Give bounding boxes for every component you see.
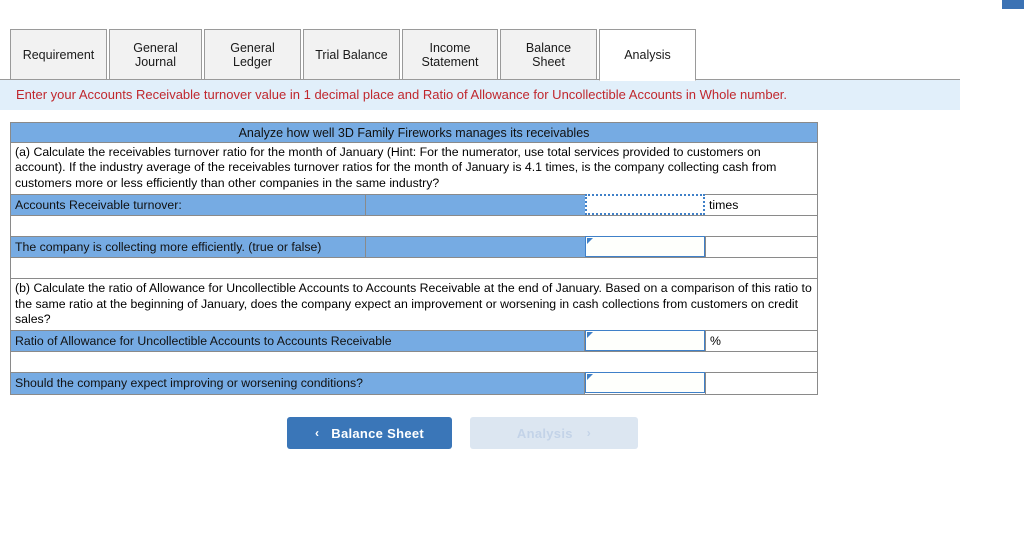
tab-requirement[interactable]: Requirement <box>10 29 107 80</box>
instruction-text: Enter your Accounts Receivable turnover … <box>16 87 788 102</box>
spacer-row <box>11 216 817 238</box>
previous-button-label: Balance Sheet <box>331 425 425 441</box>
tab-general-journal[interactable]: General Journal <box>109 29 202 80</box>
cell-marker-icon <box>587 238 593 245</box>
row-filler <box>366 237 585 258</box>
cell-marker-icon <box>587 374 593 381</box>
analysis-worksheet: Analyze how well 3D Family Fireworks man… <box>10 122 818 396</box>
input-cell[interactable] <box>585 236 705 258</box>
ratio-allowance-input[interactable] <box>585 330 705 352</box>
input-cell[interactable] <box>585 372 705 395</box>
row-improving-or-worsening: Should the company expect improving or w… <box>11 372 817 395</box>
input-cell[interactable] <box>585 194 705 216</box>
row-filler <box>366 195 585 216</box>
worksheet-title: Analyze how well 3D Family Fireworks man… <box>238 125 590 140</box>
row-label: Ratio of Allowance for Uncollectible Acc… <box>11 331 585 352</box>
tab-label: Trial Balance <box>315 47 388 62</box>
tab-label: General Journal <box>133 40 178 69</box>
true-or-false-input[interactable] <box>585 236 705 258</box>
tab-balance-sheet[interactable]: Balance Sheet <box>500 29 597 80</box>
improving-or-worsening-input[interactable] <box>585 372 705 394</box>
previous-balance-sheet-button[interactable]: ‹ Balance Sheet <box>287 417 452 449</box>
tab-general-ledger[interactable]: General Ledger <box>204 29 301 80</box>
tab-label: Analysis <box>624 48 671 62</box>
instruction-banner: Enter your Accounts Receivable turnover … <box>0 80 960 110</box>
chevron-left-icon: ‹ <box>314 426 320 440</box>
unit-blank <box>705 237 815 258</box>
row-label: Accounts Receivable turnover: <box>11 195 366 216</box>
next-analysis-button[interactable]: Analysis › <box>470 417 638 449</box>
unit-times: times <box>705 195 815 216</box>
tab-label: Requirement <box>22 47 95 62</box>
row-label: Should the company expect improving or w… <box>11 373 585 395</box>
tab-analysis[interactable]: Analysis <box>599 29 696 81</box>
tab-bar: Requirement General Journal General Ledg… <box>0 29 960 81</box>
worksheet-title-row: Analyze how well 3D Family Fireworks man… <box>11 123 817 143</box>
tab-trial-balance[interactable]: Trial Balance <box>303 29 400 80</box>
window-corner-accent <box>1002 0 1024 9</box>
unit-blank <box>705 373 815 395</box>
chevron-right-icon: › <box>586 426 592 440</box>
row-ratio-allowance: Ratio of Allowance for Uncollectible Acc… <box>11 330 817 353</box>
question-b-text: (b) Calculate the ratio of Allowance for… <box>11 279 817 332</box>
row-collecting-more-efficiently: The company is collecting more efficient… <box>11 236 817 259</box>
tab-label: Income Statement <box>421 40 479 69</box>
row-label: The company is collecting more efficient… <box>11 237 366 258</box>
unit-percent: % <box>705 331 815 352</box>
input-cell[interactable] <box>585 330 705 352</box>
question-a-text: (a) Calculate the receivables turnover r… <box>11 143 817 196</box>
tab-income-statement[interactable]: Income Statement <box>402 29 498 80</box>
row-accounts-receivable-turnover: Accounts Receivable turnover: times <box>11 194 817 217</box>
spacer-row <box>11 258 817 280</box>
worksheet-navigation: ‹ Balance Sheet Analysis › <box>287 417 638 449</box>
spacer-row <box>11 352 817 374</box>
tab-label: General Ledger <box>230 40 275 69</box>
next-button-label: Analysis <box>516 425 573 441</box>
cell-marker-icon <box>587 332 593 339</box>
tab-label: Balance Sheet <box>525 40 572 69</box>
accounts-receivable-turnover-input[interactable] <box>585 194 705 216</box>
